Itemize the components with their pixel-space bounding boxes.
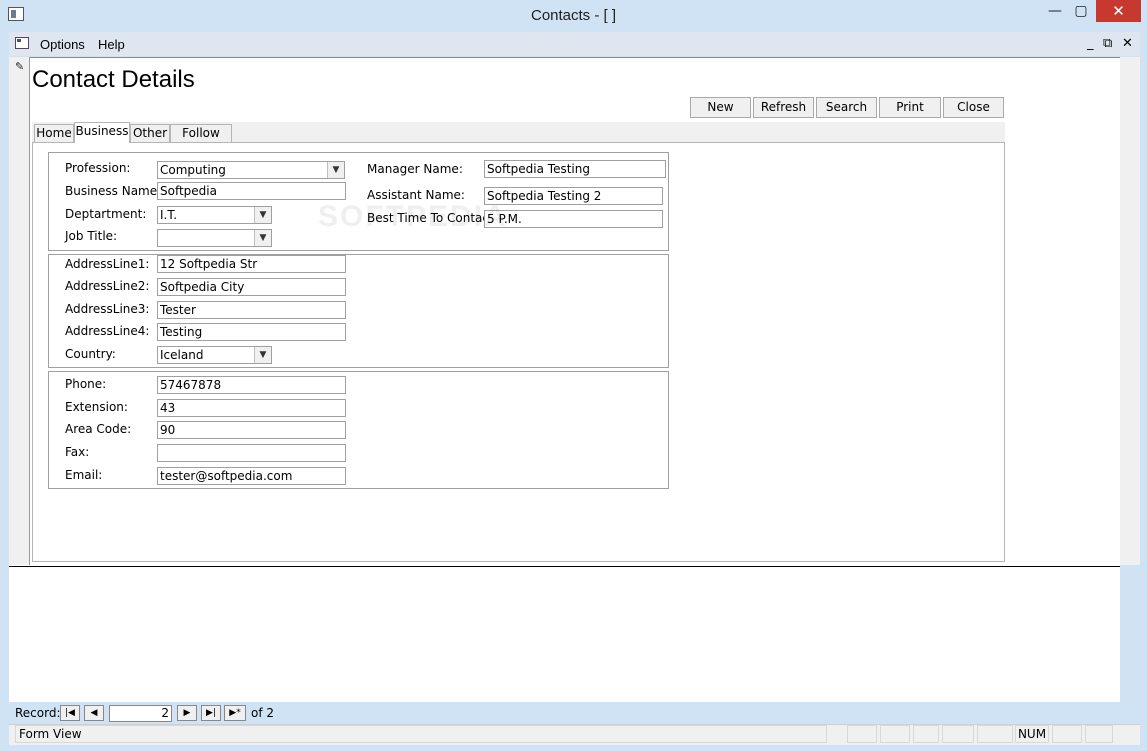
record-number-input[interactable]: 2 — [109, 705, 172, 722]
tab-home[interactable]: Home — [34, 124, 74, 142]
status-panel-main — [15, 725, 827, 743]
watermark: SOFTPEDIA — [318, 200, 508, 233]
chevron-down-icon[interactable]: ▼ — [327, 162, 344, 178]
status-panel — [1052, 725, 1082, 743]
window-title: Contacts - [ ] — [530, 7, 617, 24]
chevron-down-icon[interactable]: ▼ — [254, 347, 271, 363]
mdi-restore-button[interactable]: ⧉ — [1103, 36, 1112, 51]
profession-label: Profession: — [65, 161, 131, 175]
status-panel — [913, 725, 939, 743]
fax-label: Fax: — [65, 445, 90, 459]
new-button[interactable]: New — [690, 97, 751, 118]
address-line3-field[interactable]: Tester — [157, 301, 346, 319]
address-line4-label: AddressLine4: — [65, 324, 150, 338]
mdi-minimize-button[interactable]: _ — [1087, 36, 1094, 51]
num-lock-indicator: NUM — [1015, 725, 1049, 743]
record-selector[interactable]: ✎ — [9, 57, 30, 565]
assistant-name-field[interactable]: Softpedia Testing 2 — [484, 187, 663, 205]
menu-help[interactable]: Help — [98, 37, 125, 52]
menu-bar: Options Help _ ⧉ ✕ — [9, 32, 1140, 56]
chevron-down-icon[interactable]: ▼ — [254, 207, 271, 223]
address-line1-label: AddressLine1: — [65, 257, 150, 271]
contact-group — [48, 371, 669, 489]
country-dropdown[interactable]: Iceland ▼ — [157, 346, 272, 364]
extension-field[interactable]: 43 — [157, 399, 346, 417]
phone-label: Phone: — [65, 377, 107, 391]
menu-options[interactable]: Options — [40, 37, 85, 52]
job-title-dropdown[interactable]: ▼ — [157, 229, 272, 247]
address-line1-field[interactable]: 12 Softpedia Str — [157, 255, 346, 273]
address-line4-field[interactable]: Testing — [157, 323, 346, 341]
status-panel — [977, 725, 1013, 743]
business-name-label: Business Name: — [65, 184, 162, 198]
status-panel — [847, 725, 877, 743]
form-empty-area — [9, 567, 1120, 702]
record-label: Record: — [15, 706, 61, 720]
extension-label: Extension: — [65, 400, 128, 414]
address-line3-label: AddressLine3: — [65, 302, 150, 316]
close-window-button[interactable]: ✕ — [1096, 0, 1141, 22]
last-record-button[interactable]: ▶| — [201, 705, 221, 721]
country-value: Iceland — [160, 348, 204, 362]
close-button[interactable]: Close — [943, 97, 1004, 118]
profession-value: Computing — [160, 163, 226, 177]
first-record-button[interactable]: |◀ — [60, 705, 80, 721]
business-name-field[interactable]: Softpedia — [157, 182, 346, 200]
record-count: of 2 — [251, 706, 275, 720]
vertical-scrollbar-area — [1120, 57, 1140, 565]
job-title-label: Job Title: — [65, 229, 118, 243]
area-code-label: Area Code: — [65, 422, 132, 436]
department-dropdown[interactable]: I.T. ▼ — [157, 206, 272, 224]
search-button[interactable]: Search — [816, 97, 877, 118]
department-value: I.T. — [160, 208, 178, 222]
manager-name-label: Manager Name: — [367, 162, 463, 176]
refresh-button[interactable]: Refresh — [753, 97, 814, 118]
chevron-down-icon[interactable]: ▼ — [254, 230, 271, 246]
fax-field[interactable] — [157, 444, 346, 462]
manager-name-field[interactable]: Softpedia Testing — [484, 160, 666, 178]
area-code-field[interactable]: 90 — [157, 421, 346, 439]
address-line2-field[interactable]: Softpedia City — [157, 278, 346, 296]
country-label: Country: — [65, 347, 116, 361]
status-panel — [942, 725, 974, 743]
address-line2-label: AddressLine2: — [65, 279, 150, 293]
tab-business[interactable]: Business — [74, 122, 130, 143]
page-title: Contact Details — [32, 66, 195, 93]
next-record-button[interactable]: ▶ — [177, 705, 197, 721]
status-panel — [1085, 725, 1113, 743]
print-button[interactable]: Print — [879, 97, 941, 118]
email-field[interactable]: tester@softpedia.com — [157, 467, 346, 485]
profession-dropdown[interactable]: Computing ▼ — [157, 161, 345, 179]
mdi-close-button[interactable]: ✕ — [1122, 36, 1133, 51]
department-label: Deptartment: — [65, 207, 147, 221]
tab-other[interactable]: Other — [130, 124, 170, 142]
maximize-button[interactable]: ▢ — [1068, 0, 1094, 22]
status-panel — [880, 725, 910, 743]
minimize-button[interactable]: — — [1044, 0, 1066, 22]
pencil-icon: ✎ — [15, 60, 25, 73]
email-label: Email: — [65, 468, 103, 482]
phone-field[interactable]: 57467878 — [157, 376, 346, 394]
previous-record-button[interactable]: ◀ — [84, 705, 104, 721]
form-menu-icon[interactable] — [15, 37, 29, 49]
best-time-field[interactable]: 5 P.M. — [484, 210, 663, 228]
tab-follow-ups[interactable]: Follow Ups — [170, 124, 232, 157]
new-record-button[interactable]: ▶* — [224, 705, 246, 721]
